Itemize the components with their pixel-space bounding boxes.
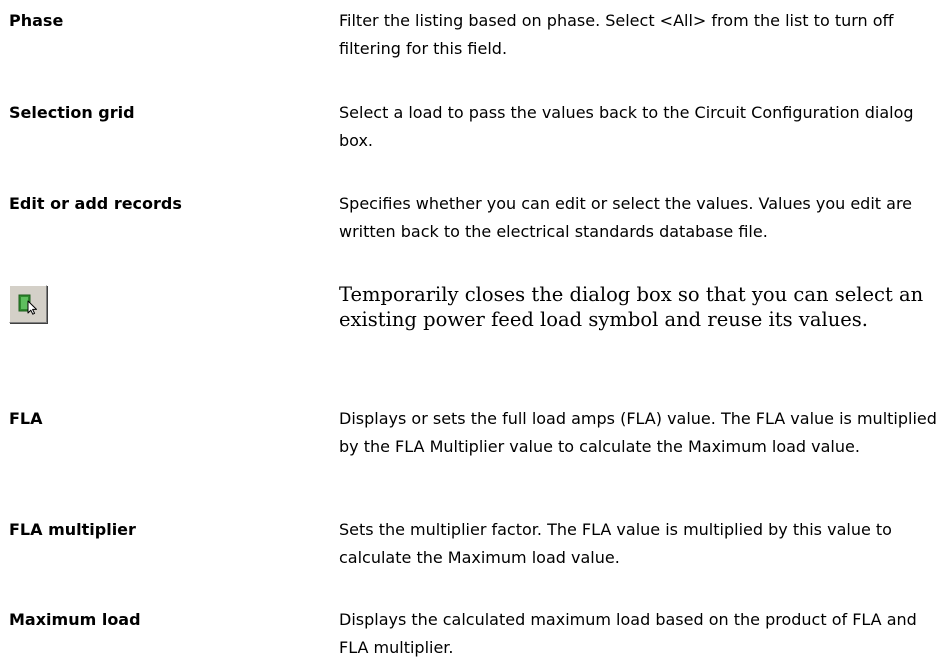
term-edit-or-add-records: Edit or add records bbox=[9, 194, 182, 213]
description-select-object: Temporarily closes the dialog box so tha… bbox=[339, 283, 924, 331]
description-edit-or-add-records: Specifies whether you can edit or select… bbox=[339, 194, 913, 241]
select-object-icon bbox=[18, 294, 37, 315]
description-fla-multiplier: Sets the multiplier factor. The FLA valu… bbox=[339, 520, 892, 567]
term-selection-grid: Selection grid bbox=[9, 103, 135, 122]
term-fla-multiplier: FLA multiplier bbox=[9, 520, 136, 539]
description-maximum-load: Displays the calculated maximum load bas… bbox=[339, 610, 917, 657]
description-phase: Filter the listing based on phase. Selec… bbox=[339, 11, 894, 58]
description-selection-grid: Select a load to pass the values back to… bbox=[339, 103, 914, 150]
term-fla: FLA bbox=[9, 409, 43, 428]
select-object-button[interactable] bbox=[9, 285, 47, 323]
term-maximum-load: Maximum load bbox=[9, 610, 141, 629]
description-fla: Displays or sets the full load amps (FLA… bbox=[339, 409, 937, 456]
term-phase: Phase bbox=[9, 11, 64, 30]
